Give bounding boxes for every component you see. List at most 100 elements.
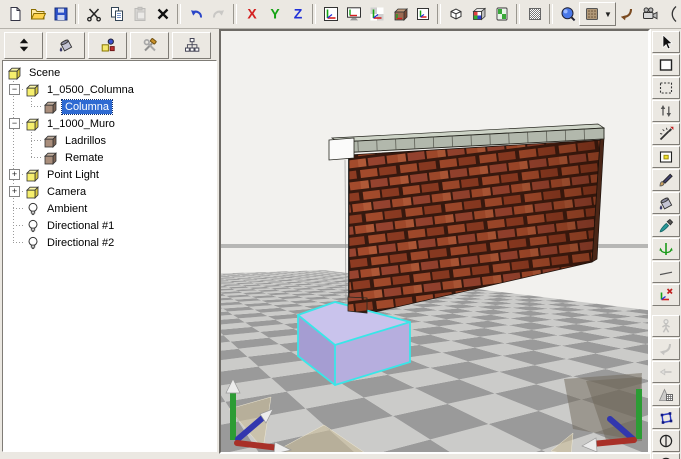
secondary-toolbar: [0, 29, 219, 59]
tree-connector-line: [13, 225, 25, 226]
display-solid-button[interactable]: [490, 2, 513, 26]
tree-item-directional-2[interactable]: Directional #2: [25, 234, 117, 251]
tree-item-columna[interactable]: Columna: [43, 98, 112, 115]
tree-item-camera[interactable]: Camera: [25, 183, 89, 200]
axis-x-button[interactable]: X: [240, 2, 263, 26]
delete-axes-button[interactable]: [652, 284, 680, 306]
bend-arrow-icon: [619, 6, 635, 22]
back-button[interactable]: [652, 361, 680, 383]
tree-item-label: Camera: [44, 185, 89, 199]
hammer-wrench-icon: [142, 37, 158, 53]
tree-connector-line: [13, 208, 25, 209]
eyedropper-button[interactable]: [652, 215, 680, 237]
tree-item-1-1000-muro[interactable]: 1_1000_Muro: [25, 115, 118, 132]
material-dropdown-button[interactable]: ▼: [579, 2, 616, 26]
swap-button[interactable]: [652, 100, 680, 122]
tree-item-ambient[interactable]: Ambient: [25, 200, 90, 217]
bulb-icon: [25, 218, 41, 234]
view-axes-transparent-button[interactable]: [365, 2, 388, 26]
side-toolbar: [650, 29, 681, 459]
view-axes-button[interactable]: [319, 2, 342, 26]
figure-button[interactable]: [652, 315, 680, 337]
bulb-icon: [25, 201, 41, 217]
tree-item-label: 1_1000_Muro: [44, 117, 118, 131]
tree-connector-line: [31, 129, 32, 157]
boolean-split-button[interactable]: [652, 430, 680, 452]
redo-button[interactable]: [207, 2, 230, 26]
tree-expander-plus[interactable]: +: [9, 186, 20, 197]
select-marquee-button[interactable]: [652, 77, 680, 99]
copy-pages-icon: [109, 6, 125, 22]
view-cube-axes-button[interactable]: [388, 2, 411, 26]
toolbar-separator: [516, 4, 520, 24]
open-button[interactable]: [26, 2, 49, 26]
tree-item-label: Remate: [62, 151, 107, 165]
box-yellow-icon: [25, 82, 41, 98]
tree-expander-plus[interactable]: +: [9, 169, 20, 180]
chevron-down-icon[interactable]: ▼: [603, 10, 615, 19]
boolean-intersect-button[interactable]: [652, 453, 680, 459]
tree-item-point-light[interactable]: Point Light: [25, 166, 102, 183]
tree-expander-minus[interactable]: −: [9, 84, 20, 95]
cut-button[interactable]: [82, 2, 105, 26]
display-textured-button[interactable]: [467, 2, 490, 26]
tree-item-1-0500-columna[interactable]: 1_0500_Columna: [25, 81, 137, 98]
render-grid-icon: [658, 387, 674, 403]
render-button[interactable]: [556, 2, 579, 26]
fill-button[interactable]: [652, 192, 680, 214]
hierarchy-button[interactable]: [172, 32, 211, 59]
viewport-3d[interactable]: [221, 31, 648, 452]
circle-split-icon: [658, 433, 674, 449]
delete-button[interactable]: [151, 2, 174, 26]
scene-objects-button[interactable]: [88, 32, 127, 59]
left-panel: Scene−1_0500_ColumnaColumna−1_1000_MuroL…: [0, 29, 219, 459]
cube-textured-icon: [494, 6, 510, 22]
toggle-grid-button[interactable]: [523, 2, 546, 26]
undo-button[interactable]: [184, 2, 207, 26]
view-screen-axes-button[interactable]: [342, 2, 365, 26]
render-to-texture-button[interactable]: [652, 384, 680, 406]
axis-z-button[interactable]: Z: [286, 2, 309, 26]
magic-wand-button[interactable]: [652, 123, 680, 145]
copy-button[interactable]: [105, 2, 128, 26]
toolbar-separator: [312, 4, 316, 24]
tree-item-scene[interactable]: Scene: [7, 64, 63, 81]
up-down-arrows-icon: [16, 37, 32, 53]
display-wireframe-button[interactable]: [444, 2, 467, 26]
redo-arrow-icon: [211, 6, 227, 22]
save-button[interactable]: [49, 2, 72, 26]
edit-points-button[interactable]: [652, 407, 680, 429]
monitor-axes-icon: [346, 6, 362, 22]
material-button[interactable]: [580, 2, 603, 26]
line-button[interactable]: [652, 261, 680, 283]
draw-rectangle-button[interactable]: [652, 54, 680, 76]
bend-tool-button[interactable]: [616, 2, 639, 26]
select-button[interactable]: [652, 31, 680, 53]
dither-grid-icon: [527, 6, 543, 22]
expand-collapse-button[interactable]: [4, 32, 43, 59]
bend-button[interactable]: [652, 338, 680, 360]
texture-box-icon: [584, 6, 600, 22]
tree-expander-minus[interactable]: −: [9, 118, 20, 129]
camera-view-button[interactable]: [639, 2, 662, 26]
cursor-arrow-icon: [658, 34, 674, 50]
new-button[interactable]: [3, 2, 26, 26]
scene-tree: Scene−1_0500_ColumnaColumna−1_1000_MuroL…: [3, 61, 216, 451]
tree-item-label: Columna: [62, 100, 112, 114]
region-button[interactable]: [652, 146, 680, 168]
axis-y-button[interactable]: Y: [263, 2, 286, 26]
toolbar-separator: [233, 4, 237, 24]
undo-arrow-icon: [188, 6, 204, 22]
paint-button[interactable]: [46, 32, 85, 59]
yellow-square-icon: [658, 149, 674, 165]
tree-item-ladrillos[interactable]: Ladrillos: [43, 132, 109, 149]
view-axes-small-button[interactable]: [411, 2, 434, 26]
rotate-button[interactable]: [652, 238, 680, 260]
tree-item-directional-1[interactable]: Directional #1: [25, 217, 117, 234]
curve-tool-button[interactable]: [662, 2, 681, 26]
line-tool-icon: [658, 264, 674, 280]
tree-item-remate[interactable]: Remate: [43, 149, 107, 166]
paste-button[interactable]: [128, 2, 151, 26]
paintbrush-button[interactable]: [652, 169, 680, 191]
tools-button[interactable]: [130, 32, 169, 59]
